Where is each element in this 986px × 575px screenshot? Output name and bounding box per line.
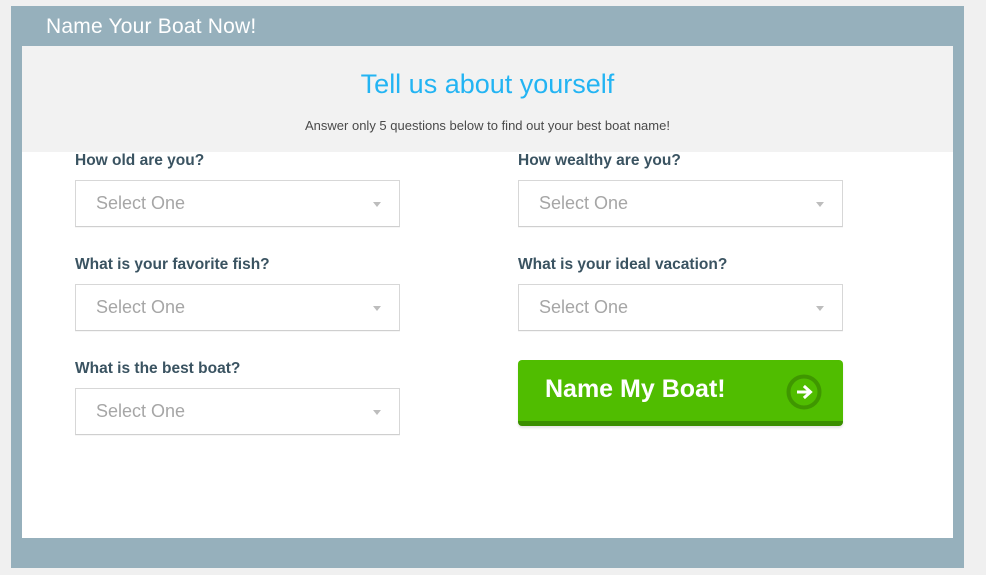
app-frame: Name Your Boat Now! Tell us about yourse… — [11, 6, 964, 568]
form-column-right: How wealthy are you? Select One What is … — [518, 152, 845, 426]
chevron-down-icon — [816, 306, 824, 311]
field-group-wealth: How wealthy are you? Select One — [518, 152, 845, 227]
select-age-value: Select One — [96, 193, 186, 213]
select-favorite-fish-value: Select One — [96, 297, 186, 317]
select-wealth[interactable]: Select One — [518, 180, 843, 227]
select-ideal-vacation-value: Select One — [539, 297, 629, 317]
select-best-boat[interactable]: Select One — [75, 388, 400, 435]
window-title-bar: Name Your Boat Now! — [11, 6, 964, 46]
page-title: Name Your Boat Now! — [46, 15, 257, 38]
field-group-ideal-vacation: What is your ideal vacation? Select One — [518, 256, 845, 331]
intro-band: Tell us about yourself Answer only 5 que… — [22, 46, 953, 152]
field-label-ideal-vacation: What is your ideal vacation? — [518, 256, 728, 273]
select-age[interactable]: Select One — [75, 180, 400, 227]
field-group-best-boat: What is the best boat? Select One — [75, 360, 402, 435]
select-wealth-value: Select One — [539, 193, 629, 213]
chevron-down-icon — [373, 410, 381, 415]
select-favorite-fish[interactable]: Select One — [75, 284, 400, 331]
field-label-favorite-fish: What is your favorite fish? — [75, 256, 270, 273]
field-label-wealth: How wealthy are you? — [518, 152, 681, 169]
form-column-left: How old are you? Select One What is your… — [75, 152, 402, 464]
select-ideal-vacation[interactable]: Select One — [518, 284, 843, 331]
field-group-age: How old are you? Select One — [75, 152, 402, 227]
chevron-down-icon — [816, 202, 824, 207]
field-label-best-boat: What is the best boat? — [75, 360, 241, 377]
arrow-right-circle-icon — [785, 373, 823, 411]
name-my-boat-button[interactable]: Name My Boat! — [518, 360, 843, 426]
intro-subtext: Answer only 5 questions below to find ou… — [305, 118, 670, 133]
name-my-boat-button-label: Name My Boat! — [545, 375, 726, 403]
select-best-boat-value: Select One — [96, 401, 186, 421]
form-card: Tell us about yourself Answer only 5 que… — [22, 46, 953, 538]
form-area: How old are you? Select One What is your… — [22, 152, 953, 538]
field-label-age: How old are you? — [75, 152, 205, 169]
chevron-down-icon — [373, 202, 381, 207]
field-group-favorite-fish: What is your favorite fish? Select One — [75, 256, 402, 331]
chevron-down-icon — [373, 306, 381, 311]
intro-heading: Tell us about yourself — [360, 69, 615, 99]
